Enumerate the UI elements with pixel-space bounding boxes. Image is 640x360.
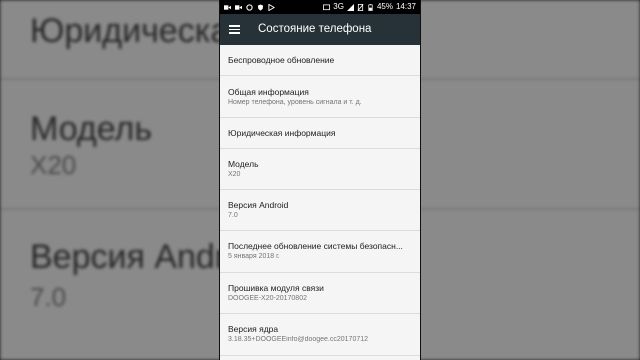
signal-icon [346,3,354,11]
list-item-security-update[interactable]: Последнее обновление системы безопасн...… [220,231,420,273]
list-item-wireless-update[interactable]: Беспроводное обновление [220,45,420,76]
background-row-subtitle: 7.0 [30,282,67,312]
play-store-icon [268,3,275,11]
circle-icon [246,3,253,11]
page-title: Состояние телефона [258,23,372,35]
list-item-title: Юридическая информация [228,128,336,138]
settings-list: Беспроводное обновление Общая информация… [220,45,420,356]
clock: 14:37 [395,2,416,11]
list-item-subtitle: 5 января 2018 г. [228,253,280,260]
background-row-title: Модель [30,110,153,148]
no-sim-icon [357,3,364,11]
list-item-title: Беспроводное обновление [228,55,335,65]
list-item-legal-info[interactable]: Юридическая информация [220,118,420,149]
battery-percent: 45% [376,2,393,11]
cast-icon [323,3,331,10]
list-item-kernel-version[interactable]: Версия ядра 3.18.35+DOOGEEinfo@doogee.cc… [220,314,420,356]
phone-screen: 3G 45% 14:37 Состояние телефона Беспрово… [220,0,420,360]
list-item-subtitle: Номер телефона, уровень сигнала и т. д. [228,99,362,106]
list-item-title: Версия ядра [228,324,279,334]
status-bar: 3G 45% 14:37 [220,0,420,14]
shield-icon [257,3,264,11]
battery-icon [368,3,373,11]
video-icon [224,4,231,10]
list-item-general-info[interactable]: Общая информация Номер телефона, уровень… [220,76,420,118]
list-item-model[interactable]: Модель X20 [220,149,420,190]
list-item-subtitle: DOOGEE-X20-20170802 [228,295,307,302]
list-item-subtitle: X20 [228,171,241,178]
hamburger-menu-icon[interactable] [229,25,240,34]
list-item-baseband[interactable]: Прошивка модуля связи DOOGEE-X20-2017080… [220,273,420,314]
list-item-subtitle: 3.18.35+DOOGEEinfo@doogee.cc20170712 [228,336,369,343]
video-icon [235,4,242,10]
status-bar-system: 3G 45% 14:37 [323,0,416,14]
list-item-title: Общая информация [228,87,309,97]
background-row-subtitle: X20 [30,150,77,180]
app-toolbar: Состояние телефона [220,14,420,45]
network-type: 3G [333,2,344,11]
background-row-title: Юридическая [30,12,248,50]
list-item-android-version[interactable]: Версия Android 7.0 [220,190,420,231]
list-item-title: Последнее обновление системы безопасн... [228,241,403,251]
list-item-subtitle: 7.0 [228,212,238,219]
list-item-title: Прошивка модуля связи [228,283,324,293]
list-item-title: Версия Android [228,200,289,210]
status-bar-notifications [224,0,275,14]
list-item-title: Модель [228,159,259,169]
